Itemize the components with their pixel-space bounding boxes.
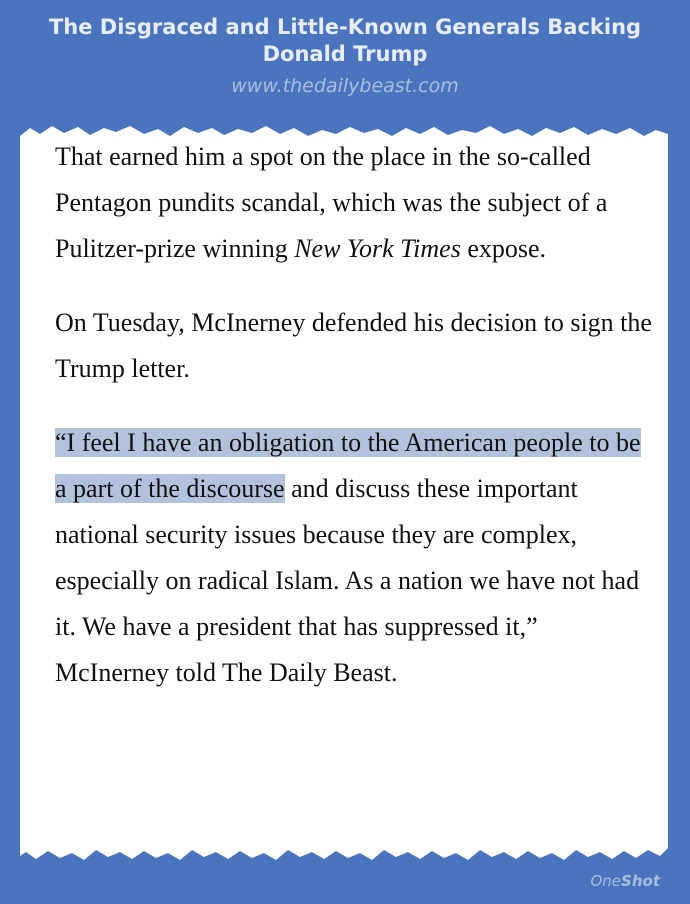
paper-clipping: That earned him a spot on the place in t… [20,124,668,864]
header: The Disgraced and Little-Known Generals … [0,14,690,98]
logo-part-shot: Shot [621,872,660,890]
paragraph-quote: “I feel I have an obligation to the Amer… [55,420,655,696]
newspaper-name: New York Times [294,234,461,263]
oneshot-logo: OneShot [590,872,660,890]
source-url: www.thedailybeast.com [231,75,459,97]
paragraph-mcinerney-defended: On Tuesday, McInerney defended his decis… [55,308,652,383]
paragraph-1-tail: expose. [460,234,547,263]
paragraph-pentagon-pundits: That earned him a spot on the place in t… [55,134,655,272]
article-body: That earned him a spot on the place in t… [55,134,655,724]
article-headline: The Disgraced and Little-Known Generals … [48,15,642,66]
logo-part-one: One [590,872,622,890]
quote-rest: and discuss these important national sec… [55,474,640,687]
